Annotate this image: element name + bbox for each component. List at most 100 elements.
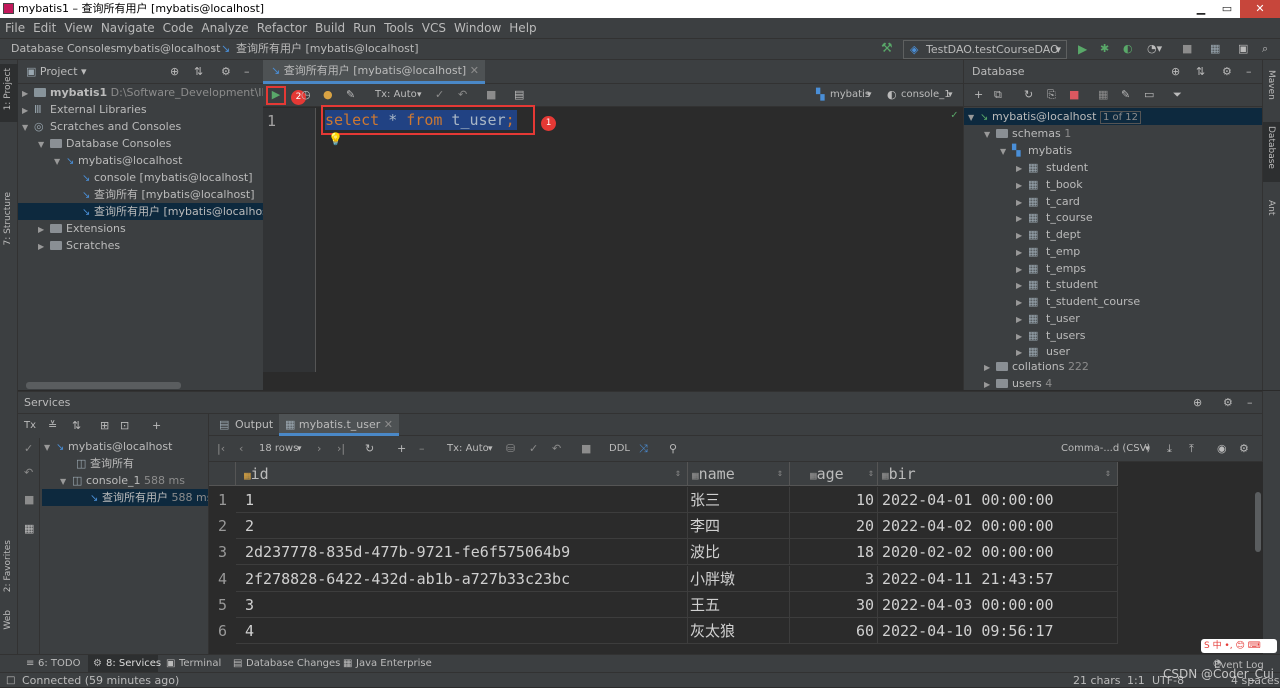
commit-icon[interactable]: ✓: [529, 436, 538, 462]
tool-tab-services[interactable]: 8: Services: [106, 655, 161, 672]
refresh-icon[interactable]: ↻: [365, 436, 374, 462]
lightbulb-icon[interactable]: 💡: [328, 132, 343, 146]
hide-icon[interactable]: –: [244, 60, 250, 84]
search-icon[interactable]: ▣: [1238, 39, 1248, 59]
db-tree-table[interactable]: ▶ ▦ student: [1016, 159, 1088, 176]
table-row[interactable]: 5 3 王五 30 2022-04-03 00:00:00: [209, 591, 1118, 618]
tree-item-scratches-consoles[interactable]: ▼ ◎ Scratches and Consoles: [22, 118, 181, 135]
stop-icon[interactable]: ■: [24, 493, 34, 506]
delete-row-icon[interactable]: –: [419, 436, 425, 462]
first-page-icon[interactable]: |‹: [217, 436, 225, 462]
table-row[interactable]: 6 4 灰太狼 60 2022-04-10 09:56:17: [209, 618, 1118, 644]
cell-age[interactable]: 60: [790, 618, 878, 644]
layout-icon[interactable]: ▦: [24, 522, 34, 535]
stop-icon[interactable]: ■: [1182, 39, 1192, 59]
db-icon[interactable]: ⛁: [506, 436, 515, 462]
maximize-button[interactable]: ▭: [1214, 0, 1240, 18]
gear-icon[interactable]: ⚙: [1222, 60, 1232, 84]
cell-name[interactable]: 波比: [688, 539, 790, 566]
execute-button[interactable]: ▶: [266, 86, 286, 105]
copy-icon[interactable]: ⧉: [994, 84, 1002, 106]
editor-tab-active[interactable]: ↘ 查询所有用户 [mybatis@localhost] ✕: [263, 60, 485, 84]
export-format-select[interactable]: Comma-...d (CSV): [1061, 436, 1150, 462]
menu-window[interactable]: Window: [454, 21, 501, 35]
db-tree-table[interactable]: ▶ ▦ t_student: [1016, 276, 1098, 293]
cell-id[interactable]: 2d237778-835d-477b-9721-fe6f575064b9: [236, 539, 688, 566]
cell-name[interactable]: 王五: [688, 591, 790, 618]
sql-statement[interactable]: select * from t_user;: [325, 110, 517, 130]
stop-icon[interactable]: ■: [1069, 84, 1079, 106]
cell-id[interactable]: 2f278828-6422-432d-ab1b-a727b33c23bc: [236, 565, 688, 592]
tree-item-query-all[interactable]: ↘ 查询所有 [mybatis@localhost]: [82, 186, 255, 203]
transaction-mode-select[interactable]: Tx: Auto: [447, 436, 489, 462]
breadcrumb-database-consoles[interactable]: Database Consoles: [11, 39, 116, 59]
column-header-bir[interactable]: ▦bir ⇕: [878, 462, 1118, 486]
gear-icon[interactable]: ⚙: [1223, 392, 1233, 414]
prev-page-icon[interactable]: ‹: [239, 436, 243, 462]
build-hammer-icon[interactable]: ⚒: [881, 39, 893, 59]
menu-code[interactable]: Code: [163, 21, 194, 35]
result-grid[interactable]: ▦id ⇕ ▦name ⇕ ▦age ⇕ ▦bir ⇕ 1 1 张三 10 2022-04-01…: [209, 462, 1263, 655]
view-icon[interactable]: ◉: [1217, 436, 1227, 462]
tab-result[interactable]: ▦ mybatis.t_user ✕: [279, 414, 399, 436]
cell-age[interactable]: 18: [790, 539, 878, 566]
last-page-icon[interactable]: ›|: [337, 436, 345, 462]
transaction-mode-select[interactable]: Tx: Auto: [375, 84, 417, 106]
cell-bir[interactable]: 2022-04-01 00:00:00: [878, 487, 1118, 513]
menu-navigate[interactable]: Navigate: [101, 21, 155, 35]
tree-item-root[interactable]: ▶ mybatis1 D:\Software_Development\IDEA: [22, 84, 285, 101]
result-view-icon[interactable]: ▤: [514, 84, 524, 106]
services-tree-query-all[interactable]: ◫ 查询所有: [76, 455, 134, 472]
cell-name[interactable]: 灰太狼: [688, 618, 790, 644]
tool-tab-terminal[interactable]: Terminal: [179, 655, 221, 672]
db-tree-users[interactable]: ▶ users 4: [984, 375, 1052, 392]
db-tree-schemas[interactable]: ▼ schemas 1: [984, 125, 1071, 142]
download-icon[interactable]: ⤓: [1167, 436, 1172, 462]
services-tree-query-users[interactable]: ↘ 查询所有用户 588 ms: [42, 489, 212, 506]
cell-bir[interactable]: 2020-02-02 00:00:00: [878, 539, 1118, 566]
close-tab-icon[interactable]: ✕: [384, 418, 393, 431]
compare-icon[interactable]: ⤨: [639, 436, 648, 462]
cancel-icon[interactable]: ■: [581, 436, 591, 462]
menu-run[interactable]: Run: [353, 21, 376, 35]
minimize-button[interactable]: ▁: [1188, 0, 1214, 18]
status-caret-position[interactable]: 1:1: [1127, 673, 1145, 688]
debug-icon[interactable]: ✱: [1100, 39, 1109, 59]
tree-item-database-consoles[interactable]: ▼ Database Consoles: [38, 135, 171, 152]
tool-window-web[interactable]: Web: [3, 610, 13, 630]
schema-icon[interactable]: ⎘: [1047, 84, 1056, 106]
locate-icon[interactable]: ⊕: [1193, 392, 1202, 414]
wrench-icon[interactable]: ✎: [346, 84, 355, 106]
group-icon[interactable]: ⊞: [100, 414, 109, 438]
cell-bir[interactable]: 2022-04-02 00:00:00: [878, 513, 1118, 540]
next-page-icon[interactable]: ›: [317, 436, 321, 462]
tree-item-console[interactable]: ↘ console [mybatis@localhost]: [82, 169, 253, 186]
table-row[interactable]: 2 2 李四 20 2022-04-02 00:00:00: [209, 513, 1118, 540]
coverage-icon[interactable]: ◐: [1123, 39, 1133, 59]
menu-edit[interactable]: Edit: [33, 21, 56, 35]
locate-icon[interactable]: ⊕: [170, 60, 179, 84]
expand-all-icon[interactable]: ≚: [48, 414, 57, 438]
add-row-icon[interactable]: +: [397, 436, 406, 462]
pin-icon[interactable]: ⚲: [669, 436, 677, 462]
db-tree-table[interactable]: ▶ ▦ t_book: [1016, 176, 1083, 193]
hide-icon[interactable]: –: [1247, 392, 1253, 414]
tab-output[interactable]: Output: [235, 414, 273, 436]
sort-icon[interactable]: ⇕: [777, 462, 783, 486]
gear-icon[interactable]: ⚙: [1239, 436, 1249, 462]
menu-vcs[interactable]: VCS: [422, 21, 446, 35]
menu-help[interactable]: Help: [509, 21, 536, 35]
tree-item-extensions[interactable]: ▶ Extensions: [22, 220, 126, 237]
ddl-button[interactable]: DDL: [609, 436, 630, 462]
tool-tab-todo[interactable]: 6: TODO: [38, 655, 80, 672]
gear-icon[interactable]: ⚙: [221, 60, 231, 84]
rollback-icon[interactable]: ↶: [458, 84, 467, 106]
db-tree-schema[interactable]: ▼ ▚ mybatis: [1000, 142, 1072, 159]
project-view-select[interactable]: Project: [40, 65, 78, 78]
cell-age[interactable]: 3: [790, 565, 878, 592]
search-everywhere-icon[interactable]: ⌕: [1262, 39, 1268, 59]
db-tree-table[interactable]: ▶ ▦ t_course: [1016, 209, 1093, 226]
db-tree-table[interactable]: ▶ ▦ t_emps: [1016, 260, 1086, 277]
code-area[interactable]: select * from t_user; 1 💡 ✓: [317, 105, 963, 372]
edit-icon[interactable]: ✎: [1121, 84, 1130, 106]
